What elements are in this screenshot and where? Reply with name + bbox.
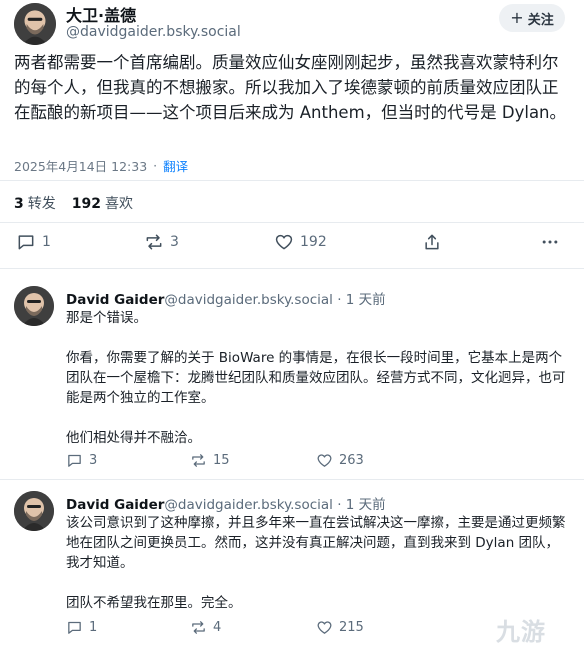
- reply-time: · 1 天前: [337, 497, 386, 513]
- reply-author-handle[interactable]: @davidgaider.bsky.social: [164, 292, 333, 308]
- author-avatar[interactable]: [14, 3, 56, 45]
- share-icon: [425, 234, 439, 250]
- reply-text: 那是个错误。 你看，你需要了解的关于 BioWare 的事情是，在很长一段时间里…: [66, 308, 566, 448]
- reposts-count: 3: [14, 196, 24, 212]
- repost-icon: [146, 234, 162, 250]
- post-stats: 3 转发 192 喜欢: [14, 193, 133, 213]
- follow-label: 关注: [527, 12, 554, 28]
- watermark-logo: 九游: [496, 618, 546, 646]
- reply-button[interactable]: 3: [66, 452, 97, 469]
- share-button[interactable]: [422, 232, 442, 252]
- reply-paragraph: 团队不希望我在那里。完全。: [66, 595, 242, 611]
- divider: [0, 479, 584, 480]
- repost-icon: [192, 621, 205, 634]
- divider: [0, 268, 584, 269]
- reply-avatar[interactable]: [14, 286, 54, 326]
- reply-count: 1: [89, 620, 98, 635]
- reply-actions: 1 4 215: [66, 619, 566, 639]
- more-button[interactable]: [540, 232, 560, 252]
- author-name[interactable]: 大卫·盖德: [66, 2, 136, 26]
- reply-paragraph: 他们相处得并不融洽。: [66, 430, 201, 446]
- post-text: 两者都需要一个首席编剧。质量效应仙女座刚刚起步，虽然我喜欢蒙特利尔的每个人，但我…: [14, 53, 567, 122]
- reply-paragraph: 该公司意识到了这种摩擦，并且多年来一直在尝试解决这一摩擦，主要是通过更频繁地在团…: [66, 515, 566, 571]
- reply-count: 3: [89, 453, 98, 468]
- reply-actions: 3 15 263: [66, 452, 566, 472]
- reply-text: 该公司意识到了这种摩擦，并且多年来一直在尝试解决这一摩擦，主要是通过更频繁地在团…: [66, 513, 566, 613]
- repost-button[interactable]: 15: [190, 452, 230, 469]
- plus-icon: +: [510, 8, 524, 27]
- like-count: 263: [339, 453, 364, 468]
- like-button[interactable]: 215: [316, 619, 364, 636]
- follow-button[interactable]: + 关注: [499, 4, 565, 32]
- repost-button[interactable]: 4: [190, 619, 221, 636]
- translate-link[interactable]: 翻译: [163, 156, 188, 175]
- divider: [0, 222, 584, 223]
- like-icon: [317, 454, 332, 467]
- reply-header: David Gaider@davidgaider.bsky.social · 1…: [66, 288, 386, 308]
- like-count: 192: [300, 234, 327, 250]
- reply-header: David Gaider@davidgaider.bsky.social · 1…: [66, 493, 386, 513]
- reposts-stat[interactable]: 3 转发: [14, 193, 56, 213]
- repost-count: 4: [213, 620, 222, 635]
- repost-count: 15: [213, 453, 230, 468]
- like-button[interactable]: 263: [316, 452, 364, 469]
- repost-button[interactable]: 3: [144, 232, 179, 252]
- reply-icon: [68, 621, 81, 634]
- reply-author-handle[interactable]: @davidgaider.bsky.social: [164, 497, 333, 513]
- divider: [0, 180, 584, 181]
- reply-paragraph: 那是个错误。: [66, 310, 147, 326]
- likes-stat[interactable]: 192 喜欢: [72, 193, 133, 213]
- like-icon: [275, 234, 293, 250]
- repost-icon: [192, 454, 205, 467]
- more-icon: [542, 240, 558, 244]
- reply-author-name[interactable]: David Gaider: [66, 497, 164, 513]
- author-handle[interactable]: @davidgaider.bsky.social: [66, 24, 241, 40]
- reply-icon: [68, 454, 81, 467]
- reply-time: · 1 天前: [337, 292, 386, 308]
- reply-item: David Gaider@davidgaider.bsky.social · 1…: [0, 286, 584, 481]
- post-meta: 2025年4月14日 12:33 · 翻译: [14, 156, 188, 175]
- post-timestamp: 2025年4月14日 12:33: [14, 159, 148, 174]
- reply-author-name[interactable]: David Gaider: [66, 292, 164, 308]
- reposts-label: 转发: [27, 196, 56, 212]
- reply-paragraph: 你看，你需要了解的关于 BioWare 的事情是，在很长一段时间里，它基本上是两…: [66, 350, 566, 406]
- reply-count: 1: [42, 234, 51, 250]
- reply-icon: [18, 235, 34, 250]
- reply-button[interactable]: 1: [66, 619, 97, 636]
- likes-label: 喜欢: [104, 196, 133, 212]
- post-actions: 1 3 192: [14, 232, 570, 256]
- like-count: 215: [339, 620, 364, 635]
- like-button[interactable]: 192: [274, 232, 327, 252]
- meta-separator: ·: [153, 158, 158, 173]
- repost-count: 3: [170, 234, 179, 250]
- reply-avatar[interactable]: [14, 491, 54, 531]
- likes-count: 192: [71, 196, 101, 212]
- reply-button[interactable]: 1: [16, 232, 51, 252]
- like-icon: [317, 621, 332, 634]
